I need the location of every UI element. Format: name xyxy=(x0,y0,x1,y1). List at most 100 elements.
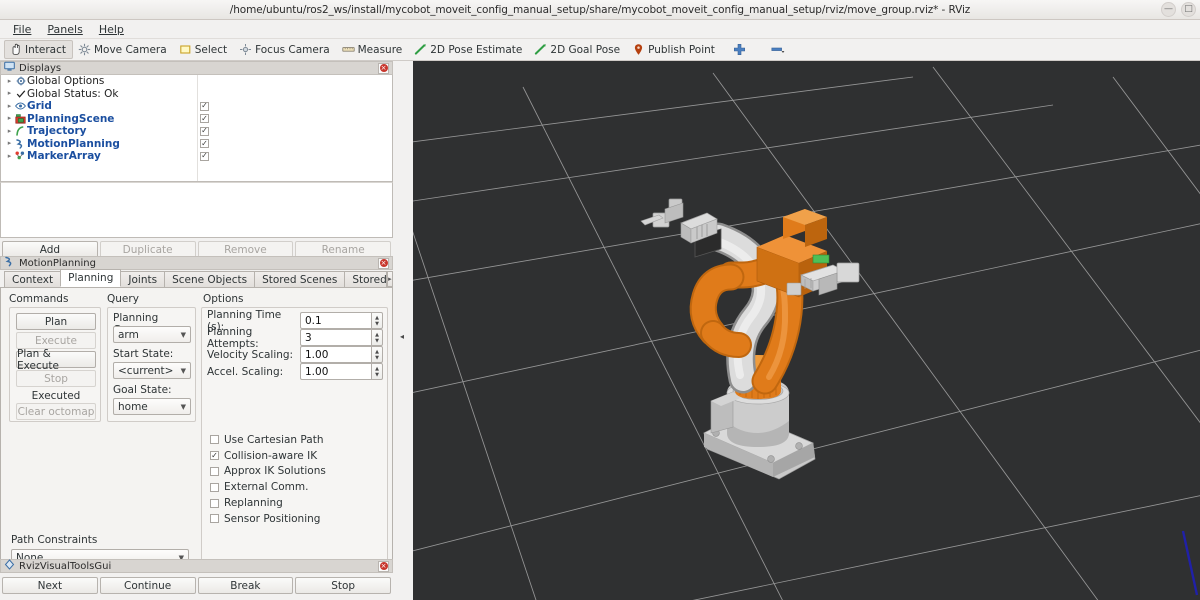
sensor-positioning-row[interactable]: Sensor Positioning xyxy=(210,511,386,527)
velocity-scaling-row: Velocity Scaling: 1.00 ▲ ▼ xyxy=(207,346,383,364)
menu-panels[interactable]: Panels xyxy=(40,21,89,38)
collision-aware-ik-row[interactable]: ✓ Collision-aware IK xyxy=(210,448,386,464)
expand-arrow-icon[interactable]: ▸ xyxy=(5,102,14,110)
plan-button[interactable]: Plan xyxy=(16,313,96,330)
planning-attempts-spin-arrows[interactable]: ▲ ▼ xyxy=(371,329,383,347)
tree-item-planningscene[interactable]: ▸ PlanningScene ✓ xyxy=(1,113,392,126)
replanning-row[interactable]: Replanning xyxy=(210,495,386,511)
plan-and-execute-button[interactable]: Plan & Execute xyxy=(16,348,96,372)
expand-arrow-icon[interactable]: ▸ xyxy=(5,77,14,85)
hand-icon xyxy=(9,43,22,56)
tree-item-markerarray[interactable]: ▸ MarkerArray ✓ xyxy=(1,150,392,163)
expand-arrow-icon[interactable]: ▸ xyxy=(5,127,14,135)
render-view-3d[interactable] xyxy=(413,61,1200,600)
external-comm-row[interactable]: External Comm. xyxy=(210,479,386,495)
planning-scene-icon xyxy=(14,114,27,124)
stop-button-tools[interactable]: Stop xyxy=(295,577,391,594)
collision-aware-ik-checkbox[interactable]: ✓ xyxy=(210,451,219,461)
tree-checkbox[interactable]: ✓ xyxy=(200,151,209,161)
expand-arrow-icon[interactable]: ▸ xyxy=(5,140,14,147)
tab-joints[interactable]: Joints xyxy=(120,271,166,287)
tool-select[interactable]: Select xyxy=(174,40,234,59)
velocity-scaling-spin-arrows[interactable]: ▲ ▼ xyxy=(371,346,383,364)
tool-move-camera[interactable]: Move Camera xyxy=(73,40,174,59)
planning-attempts-input[interactable]: 3 xyxy=(300,329,371,347)
sensor-positioning-checkbox[interactable] xyxy=(210,514,219,524)
tree-checkbox[interactable]: ✓ xyxy=(200,114,209,124)
velocity-scaling-input[interactable]: 1.00 xyxy=(300,346,371,364)
start-state-select[interactable]: <current> ▼ xyxy=(113,362,191,379)
goal-state-select[interactable]: home ▼ xyxy=(113,398,191,415)
continue-button[interactable]: Continue xyxy=(99,577,196,594)
tree-item-global-status[interactable]: ▸ Global Status: Ok xyxy=(1,88,392,101)
expand-arrow-icon[interactable]: ▸ xyxy=(5,90,14,97)
spin-down-icon[interactable]: ▼ xyxy=(375,321,379,327)
tree-checkbox[interactable]: ✓ xyxy=(200,126,209,136)
velocity-scaling-stepper[interactable]: 1.00 ▲ ▼ xyxy=(300,346,383,364)
tab-stored-scenes[interactable]: Stored Scenes xyxy=(254,271,346,287)
tab-planning[interactable]: Planning xyxy=(60,269,122,287)
displays-tree[interactable]: ▸ Global Options ▸ Global Status: Ok ▸ G… xyxy=(0,75,393,182)
accel-scaling-input[interactable]: 1.00 xyxy=(300,363,371,381)
spin-down-icon[interactable]: ▼ xyxy=(375,372,379,378)
maximize-button[interactable]: □ xyxy=(1181,2,1196,17)
options-checkbox-list: Use Cartesian Path ✓ Collision-aware IK … xyxy=(210,432,386,527)
next-button[interactable]: Next xyxy=(2,577,98,594)
tool-measure[interactable]: Measure xyxy=(337,40,410,59)
spin-down-icon[interactable]: ▼ xyxy=(375,338,379,344)
planning-attempts-stepper[interactable]: 3 ▲ ▼ xyxy=(300,329,383,347)
planning-time-input[interactable]: 0.1 xyxy=(300,312,371,330)
approx-ik-solutions-row[interactable]: Approx IK Solutions xyxy=(210,464,386,480)
tool-publish-point[interactable]: Publish Point xyxy=(627,40,722,59)
tree-checkbox[interactable]: ✓ xyxy=(200,101,209,111)
tool-2d-goal-pose[interactable]: 2D Goal Pose xyxy=(529,40,627,59)
accel-scaling-stepper[interactable]: 1.00 ▲ ▼ xyxy=(300,363,383,381)
tool-add-plus[interactable] xyxy=(722,40,756,59)
expand-arrow-icon[interactable]: ▸ xyxy=(5,152,14,160)
menu-file[interactable]: File xyxy=(6,21,38,38)
replanning-checkbox[interactable] xyxy=(210,498,219,508)
continue-button-label: Continue xyxy=(124,579,172,592)
use-cartesian-path-row[interactable]: Use Cartesian Path xyxy=(210,432,386,448)
accel-scaling-spin-arrows[interactable]: ▲ ▼ xyxy=(371,363,383,381)
grid-icon xyxy=(14,101,27,111)
break-button[interactable]: Break xyxy=(197,577,294,594)
planning-attempts-row: Planning Attempts: 3 ▲ ▼ xyxy=(207,326,383,350)
planning-time-spin-arrows[interactable]: ▲ ▼ xyxy=(371,312,383,330)
use-cartesian-path-checkbox[interactable] xyxy=(210,435,219,445)
planning-group-select[interactable]: arm ▼ xyxy=(113,326,191,343)
execute-button[interactable]: Execute xyxy=(16,332,96,349)
tab-context[interactable]: Context xyxy=(4,271,62,287)
tool-2d-pose-estimate[interactable]: 2D Pose Estimate xyxy=(409,40,529,59)
tool-remove-dropdown[interactable] xyxy=(756,40,794,59)
tool-publish-point-label: Publish Point xyxy=(648,43,715,56)
tree-item-trajectory[interactable]: ▸ Trajectory ✓ xyxy=(1,125,392,138)
expand-arrow-icon[interactable]: ▸ xyxy=(5,115,14,122)
tab-planning-label: Planning xyxy=(68,272,114,284)
tab-stored-states-label: Stored Sta xyxy=(352,273,387,286)
planning-time-stepper[interactable]: 0.1 ▲ ▼ xyxy=(300,312,383,330)
minimize-button[interactable]: — xyxy=(1161,2,1176,17)
tree-checkbox[interactable]: ✓ xyxy=(200,139,209,149)
menu-help[interactable]: Help xyxy=(92,21,131,38)
render-view-canvas xyxy=(413,61,1200,600)
spin-down-icon[interactable]: ▼ xyxy=(375,355,379,361)
motion-planning-close-button[interactable]: × xyxy=(378,257,389,269)
external-comm-checkbox[interactable] xyxy=(210,482,219,492)
tab-scene-objects[interactable]: Scene Objects xyxy=(164,271,256,287)
tool-focus-camera[interactable]: Focus Camera xyxy=(234,40,337,59)
tab-stored-states[interactable]: Stored Sta xyxy=(344,271,387,287)
tool-interact[interactable]: Interact xyxy=(4,40,73,59)
tree-item-global-options[interactable]: ▸ Global Options xyxy=(1,75,392,88)
displays-close-button[interactable]: × xyxy=(378,62,389,74)
next-button-label: Next xyxy=(37,579,63,592)
tree-item-grid[interactable]: ▸ Grid ✓ xyxy=(1,100,392,113)
map-pin-icon xyxy=(632,43,645,56)
window-titlebar: /home/ubuntu/ros2_ws/install/mycobot_mov… xyxy=(0,0,1200,20)
rviz-visual-tools-close-button[interactable]: × xyxy=(378,560,389,572)
clear-octomap-button[interactable]: Clear octomap xyxy=(16,403,96,420)
approx-ik-solutions-checkbox[interactable] xyxy=(210,466,219,476)
panel-collapse-handle[interactable]: ◂ xyxy=(396,325,408,347)
tree-item-motionplanning[interactable]: ▸ MotionPlanning ✓ xyxy=(1,138,392,151)
stop-button[interactable]: Stop xyxy=(16,370,96,387)
